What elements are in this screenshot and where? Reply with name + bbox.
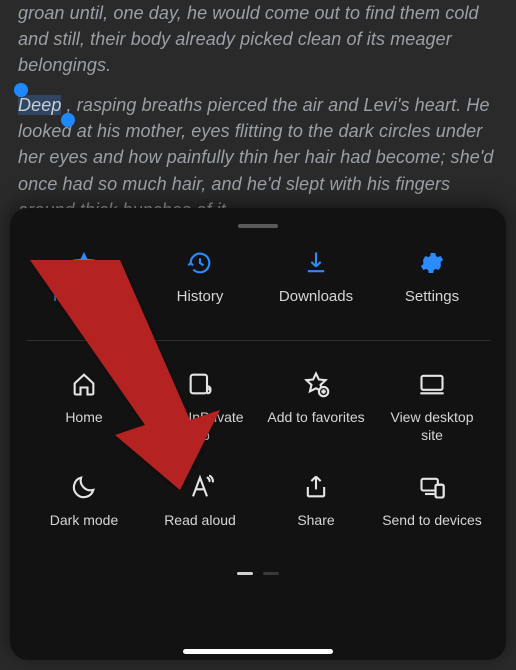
favorites-label: Favorites bbox=[53, 288, 115, 307]
history-button[interactable]: History bbox=[142, 248, 258, 318]
share-icon bbox=[301, 472, 331, 502]
selected-text: Deep bbox=[18, 95, 61, 115]
reader-paragraph-2-rest: , rasping breaths pierced the air and Le… bbox=[18, 95, 494, 219]
read-aloud-button[interactable]: Read aloud bbox=[142, 472, 258, 542]
browser-menu-sheet: Favorites History Downloads Settings bbox=[10, 208, 506, 660]
gear-icon bbox=[417, 248, 447, 278]
dark-mode-label: Dark mode bbox=[50, 512, 118, 530]
inprivate-tab-icon bbox=[185, 369, 215, 399]
home-icon bbox=[69, 369, 99, 399]
history-icon bbox=[185, 248, 215, 278]
send-to-devices-icon bbox=[417, 472, 447, 502]
reader-paragraph-2: Deep , rasping breaths pierced the air a… bbox=[18, 92, 498, 222]
reader-paragraph-1: groan until, one day, he would come out … bbox=[18, 0, 498, 78]
star-plus-icon bbox=[301, 369, 331, 399]
text-selection[interactable]: Deep bbox=[18, 95, 67, 115]
page-dot-2 bbox=[263, 572, 279, 575]
home-indicator[interactable] bbox=[183, 649, 333, 654]
download-icon bbox=[301, 248, 331, 278]
selection-handle-end[interactable] bbox=[61, 113, 75, 127]
downloads-label: Downloads bbox=[279, 288, 353, 307]
moon-icon bbox=[69, 472, 99, 502]
share-label: Share bbox=[297, 512, 334, 530]
menu-row-bottom: Dark mode Read aloud Share Send to devic… bbox=[26, 452, 490, 550]
add-to-favorites-label: Add to favorites bbox=[267, 409, 364, 427]
send-to-devices-button[interactable]: Send to devices bbox=[374, 472, 490, 542]
sheet-grabber[interactable] bbox=[238, 224, 278, 228]
page-indicator[interactable] bbox=[26, 572, 490, 575]
settings-label: Settings bbox=[405, 288, 459, 307]
history-label: History bbox=[177, 288, 224, 307]
menu-row-middle: Home New InPrivate tab Add to favorites … bbox=[26, 341, 490, 452]
share-button[interactable]: Share bbox=[258, 472, 374, 542]
desktop-icon bbox=[417, 369, 447, 399]
read-aloud-icon bbox=[185, 472, 215, 502]
home-label: Home bbox=[65, 409, 102, 427]
add-to-favorites-button[interactable]: Add to favorites bbox=[258, 369, 374, 439]
new-inprivate-tab-label: New InPrivate tab bbox=[150, 409, 250, 444]
downloads-button[interactable]: Downloads bbox=[258, 248, 374, 318]
new-inprivate-tab-button[interactable]: New InPrivate tab bbox=[142, 369, 258, 444]
favorites-button[interactable]: Favorites bbox=[26, 248, 142, 318]
read-aloud-label: Read aloud bbox=[164, 512, 236, 530]
send-to-devices-label: Send to devices bbox=[382, 512, 482, 530]
star-filled-icon bbox=[69, 248, 99, 278]
view-desktop-site-label: View desktop site bbox=[382, 409, 482, 444]
page-dot-1 bbox=[237, 572, 253, 575]
home-button[interactable]: Home bbox=[26, 369, 142, 439]
dark-mode-button[interactable]: Dark mode bbox=[26, 472, 142, 542]
settings-button[interactable]: Settings bbox=[374, 248, 490, 318]
menu-row-top: Favorites History Downloads Settings bbox=[26, 242, 490, 341]
reader-text: groan until, one day, he would come out … bbox=[0, 0, 516, 237]
view-desktop-site-button[interactable]: View desktop site bbox=[374, 369, 490, 444]
